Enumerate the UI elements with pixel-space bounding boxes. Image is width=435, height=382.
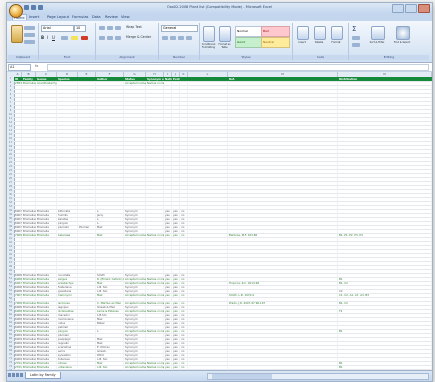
font-name-select[interactable]: Arial — [41, 25, 74, 32]
title-bar: Oxo02.2008 Plant list (Compatibility Mod… — [7, 3, 432, 18]
delete-cells-icon[interactable] — [314, 26, 326, 40]
first-sheet-button[interactable] — [8, 373, 11, 377]
align-top-icon[interactable] — [99, 26, 105, 30]
cells-group: Insert Delete Format Cells — [293, 23, 349, 60]
underline-icon[interactable]: U — [52, 35, 55, 40]
format-as-table-icon[interactable] — [219, 26, 231, 42]
window-title: Oxo02.2008 Plant list (Compatibility Mod… — [166, 5, 273, 9]
insert-cells-icon[interactable] — [297, 26, 309, 40]
wrap-text-button[interactable]: Wrap Text — [126, 25, 142, 29]
copy-icon[interactable] — [24, 33, 35, 37]
format-as-table-label[interactable]: Format as Table — [217, 43, 232, 49]
borders-icon[interactable] — [61, 36, 68, 40]
sheet-tab[interactable]: Latin by Family — [25, 372, 61, 379]
fx-icon[interactable]: fx — [35, 64, 38, 69]
tab-view[interactable]: View — [121, 15, 130, 19]
sheet-grid[interactable]: ID Family Genus Species Author Status Synonym … — [14, 77, 432, 370]
formula-bar: A1 fx — [7, 63, 432, 72]
align-middle-icon[interactable] — [107, 26, 113, 30]
autosum-icon[interactable]: Σ — [352, 25, 356, 33]
format-painter-icon[interactable] — [24, 40, 35, 44]
find-icon[interactable] — [396, 26, 410, 40]
conditional-formatting-label[interactable]: Conditional Formatting — [200, 43, 217, 49]
clear-icon[interactable] — [352, 43, 360, 47]
close-button[interactable] — [418, 4, 430, 13]
tab-page-layout[interactable]: Page Layout — [47, 15, 69, 19]
font-group-label: Font — [39, 55, 95, 60]
paste-icon[interactable] — [11, 25, 23, 43]
align-left-icon[interactable] — [99, 36, 105, 40]
currency-icon[interactable] — [162, 36, 168, 40]
cut-icon[interactable] — [24, 26, 35, 30]
italic-icon[interactable]: I — [47, 35, 48, 40]
sort-filter-label[interactable]: Sort & Filter — [366, 41, 388, 44]
tab-insert[interactable]: Insert — [29, 15, 39, 19]
style-normal[interactable]: Normal — [235, 26, 262, 37]
excel-window: Oxo02.2008 Plant list (Compatibility Mod… — [6, 2, 433, 382]
find-select-label[interactable]: Find & Select — [391, 41, 413, 44]
format-cells-label[interactable]: Format — [328, 41, 344, 44]
tab-data[interactable]: Data — [92, 15, 101, 19]
style-bad[interactable]: Bad — [261, 26, 290, 37]
percent-icon[interactable] — [170, 36, 176, 40]
format-cells-icon[interactable] — [331, 26, 343, 40]
fill-color-icon[interactable] — [71, 36, 78, 40]
scrollbar-thumb[interactable] — [212, 374, 272, 379]
style-neutral[interactable]: Neutral — [261, 37, 290, 48]
number-group-label: Number — [159, 55, 199, 60]
font-size-select[interactable]: 10 — [74, 25, 86, 32]
formula-input[interactable] — [47, 64, 429, 71]
editing-group-label: Editing — [349, 55, 429, 60]
bold-icon[interactable]: B — [41, 35, 44, 40]
fill-icon[interactable] — [352, 36, 360, 40]
align-bottom-icon[interactable] — [115, 26, 121, 30]
decimal-icon[interactable] — [186, 36, 192, 40]
name-box[interactable]: A1 — [8, 64, 31, 71]
sheet-nav — [8, 373, 23, 377]
sort-filter-icon[interactable] — [371, 26, 385, 40]
editing-group: Σ Sort & Filter Find & Select Editing — [349, 23, 429, 60]
alignment-group: Wrap Text Merge & Center Alignment — [96, 23, 159, 60]
styles-group-label: Styles — [200, 55, 292, 60]
style-good[interactable]: Good — [235, 37, 262, 48]
clipboard-group: Clipboard — [8, 23, 39, 60]
clipboard-group-label: Clipboard — [8, 55, 38, 60]
ribbon: Clipboard Arial 10 B I U Font Wrap Text … — [7, 21, 432, 63]
status-bar: Latin by Family — [7, 370, 432, 381]
cells-group-label: Cells — [293, 55, 348, 60]
office-button[interactable] — [9, 4, 23, 18]
alignment-group-label: Alignment — [96, 55, 158, 60]
insert-cells-label[interactable]: Insert — [294, 41, 310, 44]
prev-sheet-button[interactable] — [12, 373, 15, 377]
window-controls — [392, 4, 430, 13]
last-sheet-button[interactable] — [20, 373, 23, 377]
align-center-icon[interactable] — [107, 36, 113, 40]
tab-formulas[interactable]: Formulas — [72, 15, 88, 19]
ribbon-tabs: Home Insert Page Layout Formulas Data Re… — [7, 14, 432, 21]
horizontal-scrollbar[interactable] — [207, 373, 429, 380]
maximize-button[interactable] — [405, 4, 417, 13]
merge-center-button[interactable]: Merge & Center — [126, 35, 151, 39]
number-group: General Number — [159, 23, 200, 60]
minimize-button[interactable] — [392, 4, 404, 13]
conditional-formatting-icon[interactable] — [203, 26, 215, 42]
tab-review[interactable]: Review — [105, 15, 118, 19]
number-format-select[interactable]: General — [161, 25, 198, 32]
align-right-icon[interactable] — [115, 36, 121, 40]
comma-icon[interactable] — [178, 36, 184, 40]
font-color-icon[interactable] — [81, 36, 88, 40]
delete-cells-label[interactable]: Delete — [311, 41, 327, 44]
font-group: Arial 10 B I U Font — [39, 23, 96, 60]
styles-group: Conditional Formatting Format as Table N… — [200, 23, 293, 60]
next-sheet-button[interactable] — [16, 373, 19, 377]
